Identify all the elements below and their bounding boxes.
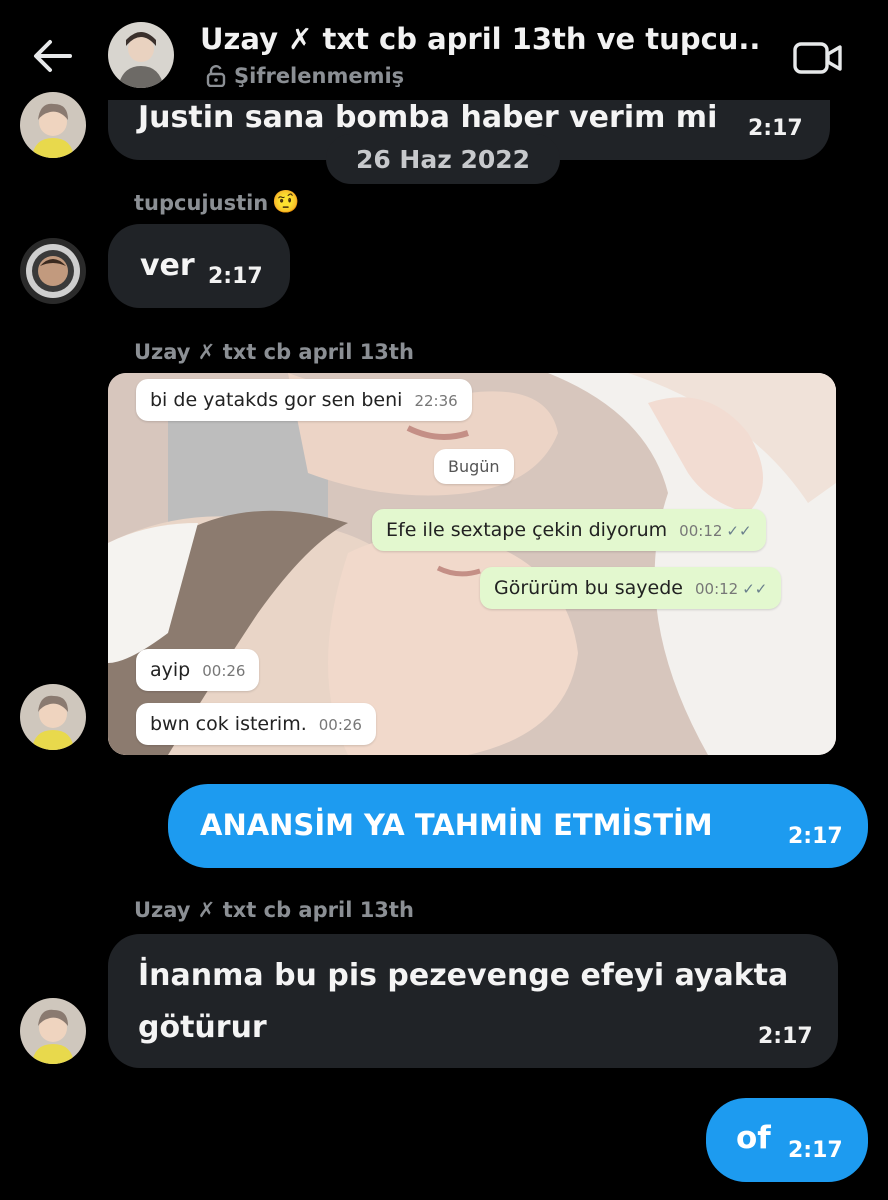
double-check-icon: ✓✓ bbox=[726, 522, 752, 540]
message-time: 2:17 bbox=[748, 116, 803, 141]
message-text: Justin sana bomba haber verim mi bbox=[138, 100, 718, 135]
message-time: 2:17 bbox=[788, 824, 843, 849]
screenshot-msg: Görürüm bu sayede 00:12 ✓✓ bbox=[480, 567, 782, 609]
double-check-icon: ✓✓ bbox=[742, 580, 768, 598]
screenshot-msg-time: 00:12 bbox=[694, 580, 739, 598]
avatar-tupcujustin[interactable] bbox=[20, 238, 86, 304]
photo-background bbox=[108, 373, 836, 755]
message-bubble[interactable]: ver 2:17 bbox=[108, 224, 290, 308]
avatar-uzay[interactable] bbox=[20, 998, 86, 1064]
message-text: of bbox=[736, 1120, 771, 1156]
avatar-uzay[interactable] bbox=[20, 92, 86, 158]
message-time: 2:17 bbox=[208, 264, 263, 289]
shared-image[interactable]: bi de yatakds gor sen beni 22:36 Bugün Ef… bbox=[108, 373, 836, 755]
screenshot-msg: ayip 00:26 bbox=[136, 649, 260, 691]
screenshot-msg: bwn cok isterim. 00:26 bbox=[136, 703, 376, 745]
sender-name: Uzay ✗ txt cb april 13th bbox=[134, 340, 414, 364]
screenshot-msg-text: Efe ile sextape çekin diyorum bbox=[386, 519, 668, 541]
avatar-uzay[interactable] bbox=[20, 684, 86, 750]
screenshot-msg-text: bi de yatakds gor sen beni bbox=[150, 389, 403, 411]
sender-name: Uzay ✗ txt cb april 13th bbox=[134, 898, 414, 922]
back-arrow-icon[interactable] bbox=[30, 36, 74, 76]
screenshot-msg-time: 00:26 bbox=[318, 716, 362, 734]
sender-label: tupcujustin bbox=[134, 190, 269, 215]
screenshot-msg-time: 00:26 bbox=[202, 662, 246, 680]
screenshot-msg-time: 00:12 bbox=[679, 522, 723, 540]
message-text: ver bbox=[140, 248, 195, 283]
sender-name: tupcujustin 🤨 bbox=[134, 190, 300, 215]
screenshot-msg-text: Görürüm bu sayede bbox=[494, 577, 683, 599]
message-text-line-2: götürur bbox=[138, 1010, 267, 1045]
raised-eyebrow-emoji-icon: 🤨 bbox=[272, 190, 300, 215]
screenshot-msg-text: bwn cok isterim. bbox=[150, 713, 307, 735]
chat-title: Uzay ✗ txt cb april 13th ve tupcu... bbox=[200, 22, 760, 56]
video-camera-icon[interactable] bbox=[792, 40, 844, 76]
outgoing-message-bubble[interactable]: ANANSİM YA TAHMİN ETMİSTİM 2:17 bbox=[168, 784, 868, 868]
screenshot-date-chip: Bugün bbox=[434, 449, 514, 484]
unlock-icon bbox=[206, 65, 226, 87]
screenshot-msg: bi de yatakds gor sen beni 22:36 bbox=[136, 379, 472, 421]
message-time: 2:17 bbox=[788, 1138, 843, 1163]
screenshot-msg-text: ayip bbox=[150, 659, 191, 681]
message-text: ANANSİM YA TAHMİN ETMİSTİM bbox=[200, 808, 713, 842]
date-divider: 26 Haz 2022 bbox=[326, 134, 560, 184]
message-time: 2:17 bbox=[758, 1024, 813, 1049]
message-text-line-1: İnanma bu pis pezevenge efeyi ayakta bbox=[138, 958, 789, 993]
encryption-status: Şifrelenmemiş bbox=[206, 64, 404, 88]
encryption-label: Şifrelenmemiş bbox=[234, 64, 405, 88]
message-bubble[interactable]: İnanma bu pis pezevenge efeyi ayakta göt… bbox=[108, 934, 838, 1068]
group-avatar[interactable] bbox=[108, 22, 174, 88]
outgoing-message-bubble[interactable]: of 2:17 bbox=[706, 1098, 868, 1182]
screenshot-msg: Efe ile sextape çekin diyorum 00:12 ✓✓ bbox=[372, 509, 766, 551]
screenshot-msg-time: 22:36 bbox=[414, 392, 458, 410]
